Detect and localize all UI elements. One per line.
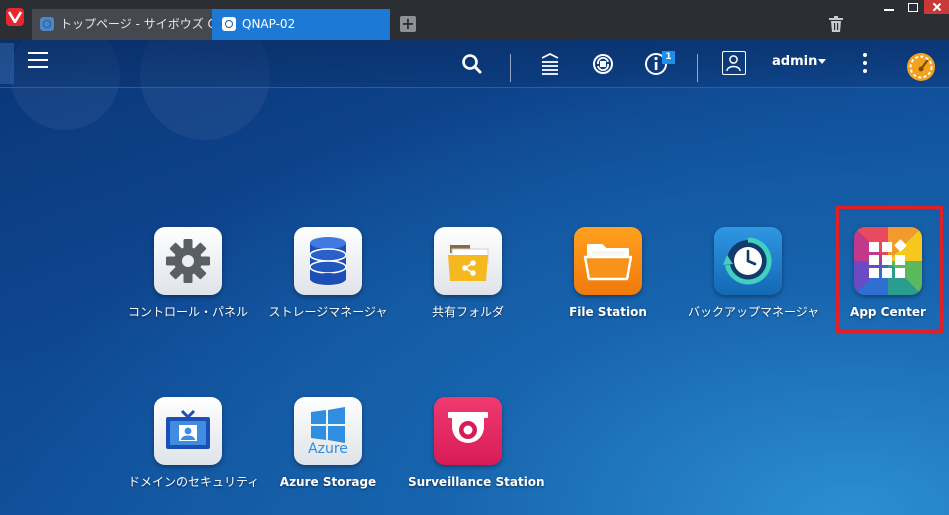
- shared-folder-icon: [434, 227, 502, 295]
- backup-clock-icon: [714, 227, 782, 295]
- azure-tile-text: Azure: [308, 441, 348, 457]
- database-icon: [294, 227, 362, 295]
- chevron-down-icon[interactable]: [818, 59, 826, 64]
- dashboard-gauge-icon[interactable]: [905, 50, 937, 82]
- app-label: ストレージマネージャ: [268, 305, 388, 319]
- user-name-label[interactable]: admin: [772, 54, 817, 69]
- security-camera-icon: [434, 397, 502, 465]
- header-separator: [510, 54, 511, 82]
- app-label: Surveillance Station: [408, 475, 545, 489]
- maximize-button[interactable]: [902, 0, 924, 14]
- app-shared-folders[interactable]: 共有フォルダ: [408, 227, 528, 319]
- search-icon[interactable]: [458, 50, 486, 78]
- app-label: File Station: [569, 305, 647, 319]
- tab-cybozu[interactable]: トップページ - サイボウズ Of: [32, 9, 212, 40]
- tab-qnap[interactable]: QNAP-02: [212, 9, 390, 40]
- qnap-favicon-icon: [222, 17, 236, 31]
- cybozu-favicon-icon: [40, 17, 54, 31]
- notification-count-badge: 1: [662, 51, 675, 64]
- top-header-bar: 1 admin: [0, 40, 949, 88]
- app-backup-manager[interactable]: バックアップマネージャ: [688, 227, 820, 319]
- folder-icon: [574, 227, 642, 295]
- windows-azure-icon: Azure: [294, 397, 362, 465]
- more-options-icon[interactable]: [862, 53, 868, 75]
- tab-label: トップページ - サイボウズ Of: [60, 17, 212, 31]
- background-tasks-icon[interactable]: [536, 50, 564, 78]
- header-left-strip: [0, 43, 14, 84]
- qts-desktop: 1 admin コントロール・パネル ストレージマネージャ 共有フォルダ Fil…: [0, 40, 949, 515]
- app-domain-security[interactable]: ドメインのセキュリティ: [128, 397, 260, 489]
- minimize-button[interactable]: [876, 0, 902, 14]
- app-center-highlight-box: [836, 206, 943, 333]
- browser-tab-bar: トップページ - サイボウズ Of QNAP-02 +: [0, 0, 949, 40]
- app-surveillance-station[interactable]: Surveillance Station: [408, 397, 545, 489]
- app-label: 共有フォルダ: [431, 305, 504, 319]
- app-storage-manager[interactable]: ストレージマネージャ: [268, 227, 388, 319]
- app-control-panel[interactable]: コントロール・パネル: [128, 227, 248, 319]
- app-label: コントロール・パネル: [128, 305, 249, 319]
- vivaldi-logo-icon[interactable]: [6, 8, 24, 26]
- new-tab-button[interactable]: +: [400, 16, 416, 32]
- trash-icon[interactable]: [829, 16, 843, 32]
- main-menu-button[interactable]: [28, 52, 50, 72]
- domain-security-icon: [154, 397, 222, 465]
- external-device-icon[interactable]: [589, 50, 617, 78]
- tab-label: QNAP-02: [242, 17, 296, 31]
- app-file-station[interactable]: File Station: [548, 227, 668, 319]
- close-window-button[interactable]: [924, 0, 949, 14]
- header-separator: [697, 54, 698, 82]
- app-label: ドメインのセキュリティ: [128, 475, 260, 489]
- app-label: バックアップマネージャ: [688, 305, 820, 319]
- user-avatar-icon[interactable]: [722, 51, 746, 75]
- app-label: Azure Storage: [279, 475, 377, 489]
- app-azure-storage[interactable]: Azure Azure Storage: [268, 397, 388, 489]
- gear-icon: [154, 227, 222, 295]
